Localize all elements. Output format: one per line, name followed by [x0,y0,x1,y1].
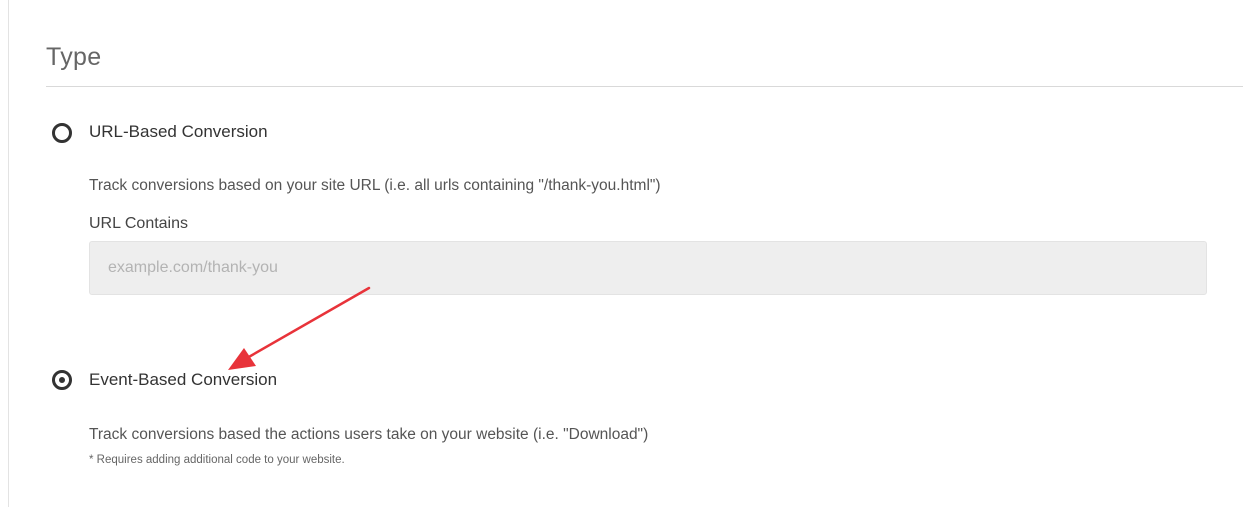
url-based-radio[interactable] [52,123,72,143]
event-based-description: Track conversions based the actions user… [89,426,649,443]
event-based-note: * Requires adding additional code to you… [89,454,345,466]
event-based-label[interactable]: Event-Based Conversion [89,370,277,390]
conversion-type-section: Type URL-Based Conversion Track conversi… [0,0,1243,507]
url-based-description: Track conversions based on your site URL… [89,177,661,194]
url-contains-input[interactable] [89,241,1207,295]
title-divider [46,86,1243,87]
left-border [8,0,9,507]
section-title: Type [46,43,102,71]
url-based-label[interactable]: URL-Based Conversion [89,122,268,142]
event-based-radio[interactable] [52,370,72,390]
url-contains-label: URL Contains [89,215,189,232]
